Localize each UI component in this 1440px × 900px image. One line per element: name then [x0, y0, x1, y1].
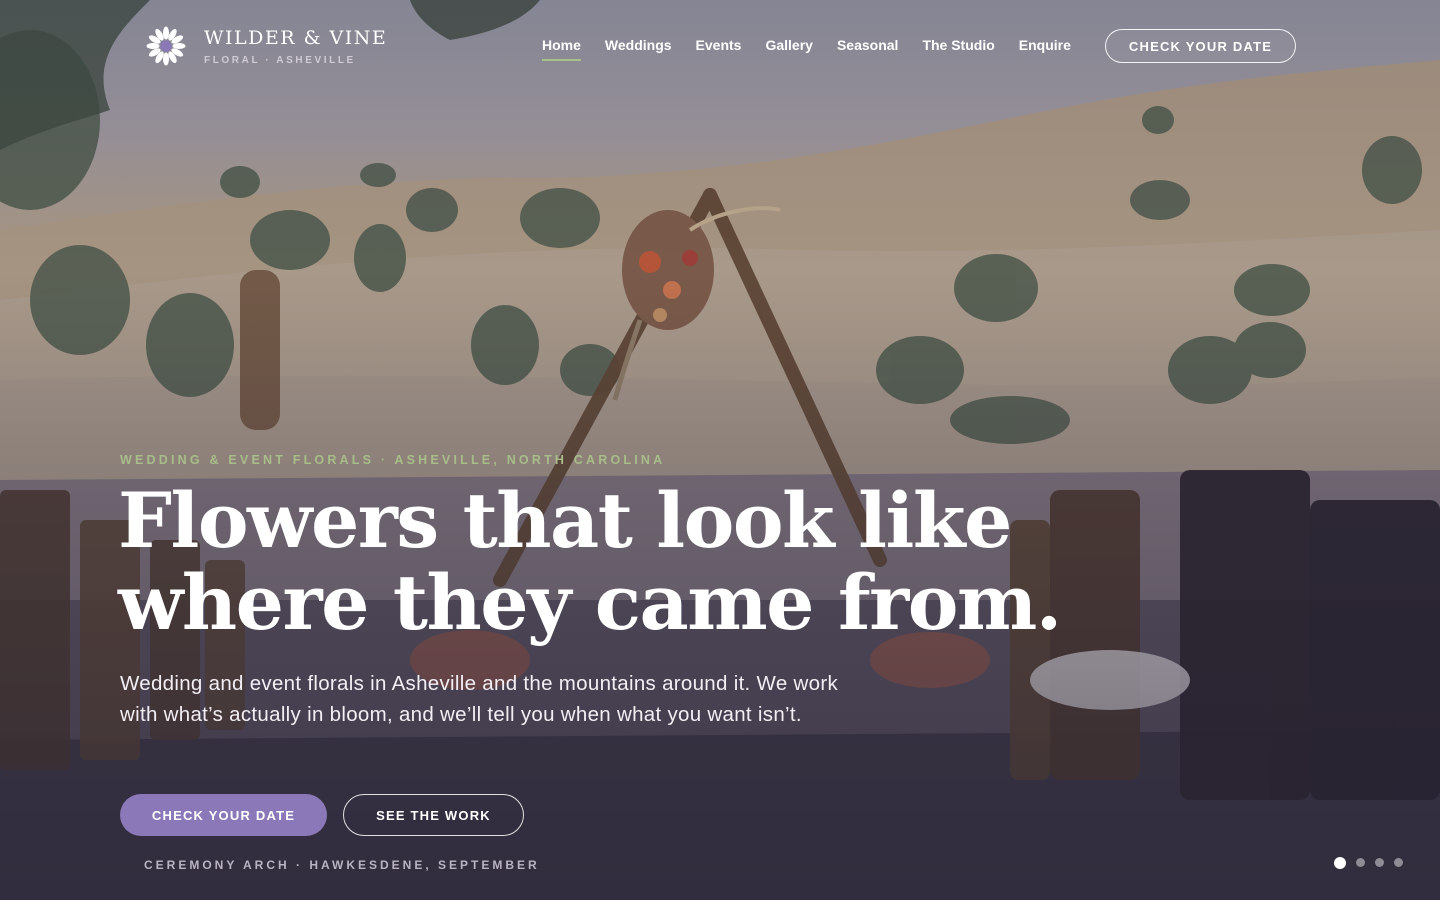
site-header: WILDER & VINE FLORAL · ASHEVILLE Home We…	[0, 0, 1440, 92]
hero-subcopy: Wedding and event florals in Asheville a…	[120, 672, 839, 726]
nav-home[interactable]: Home	[542, 37, 581, 61]
check-your-date-button[interactable]: CHECK YOUR DATE	[120, 794, 327, 836]
brand-name: WILDER & VINE	[204, 26, 388, 49]
headline-line-2: where they came from.	[118, 558, 1062, 647]
headline-line-1: Flowers that look like	[118, 476, 1012, 565]
main-nav: Home Weddings Events Gallery Seasonal Th…	[542, 37, 1095, 61]
slider-dots	[1334, 856, 1403, 869]
nav-enquire[interactable]: Enquire	[1019, 37, 1071, 59]
nav-the-studio[interactable]: The Studio	[922, 37, 994, 59]
brand-tagline: FLORAL · ASHEVILLE	[204, 54, 356, 66]
hero-section: WILDER & VINE FLORAL · ASHEVILLE Home We…	[0, 0, 1440, 900]
nav-events[interactable]: Events	[696, 37, 742, 59]
hero-eyebrow: WEDDING & EVENT FLORALS · ASHEVILLE, NOR…	[120, 453, 666, 467]
slider-dot-1[interactable]	[1334, 856, 1346, 869]
slider-dot-3[interactable]	[1375, 858, 1384, 867]
hero-headline: Flowers that look like where they came f…	[118, 480, 1118, 644]
nav-seasonal[interactable]: Seasonal	[837, 37, 898, 59]
brand-logo[interactable]: WILDER & VINE FLORAL · ASHEVILLE	[146, 26, 387, 66]
daisy-flower-icon	[146, 26, 186, 66]
hero-overlay	[0, 0, 1440, 900]
photo-caption: CEREMONY ARCH · HAWKESDENE, SEPTEMBER	[144, 858, 540, 872]
header-check-date-button[interactable]: CHECK YOUR DATE	[1105, 29, 1296, 63]
see-the-work-button[interactable]: SEE THE WORK	[343, 794, 524, 836]
nav-weddings[interactable]: Weddings	[605, 37, 672, 59]
slider-dot-4[interactable]	[1394, 858, 1403, 867]
slider-dot-2[interactable]	[1356, 858, 1365, 867]
nav-gallery[interactable]: Gallery	[765, 37, 812, 59]
